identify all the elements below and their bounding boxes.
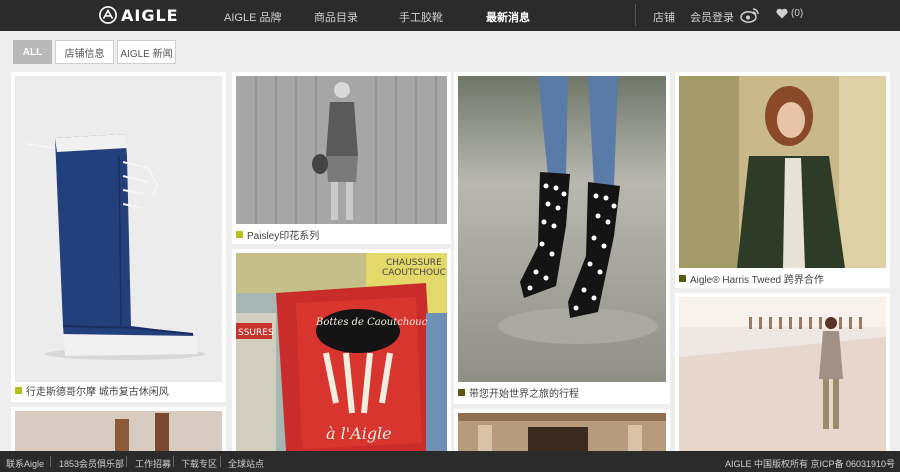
- boot-image: [15, 76, 222, 382]
- poster-text: SSURES: [238, 328, 274, 338]
- woman-wall-image: [236, 76, 447, 224]
- tile-caption: 行走斯德哥尔摩 城市复古休闲风: [15, 382, 222, 398]
- caption-marker: [679, 274, 686, 282]
- caption-text: 行走斯德哥尔摩 城市复古休闲风: [26, 386, 169, 398]
- logo[interactable]: AIGLE: [99, 5, 179, 25]
- favorites-count: (0): [791, 8, 804, 19]
- copyright: AIGLE 中国版权所有 京ICP备 0603191​0号: [724, 459, 895, 469]
- login-link[interactable]: 会员登录: [690, 9, 734, 25]
- footer-divider: [173, 456, 174, 467]
- filter-store-info[interactable]: 店铺信息: [55, 40, 114, 64]
- caption-marker: [458, 388, 465, 396]
- filter-all[interactable]: ALL: [13, 40, 52, 64]
- footer-jobs-link[interactable]: 工作招募: [135, 457, 171, 470]
- tile-caption: Aigle® Harris Tweed 跨界合作: [679, 270, 886, 286]
- news-tile[interactable]: 带您开始世界之旅的行程: [454, 72, 670, 404]
- caption-marker: [236, 230, 243, 238]
- nav-handmade-boots[interactable]: 手工胶靴: [399, 9, 443, 25]
- news-tile[interactable]: [454, 409, 670, 451]
- tile-caption: 带您开始世界之旅的行程: [458, 384, 666, 400]
- stores-link[interactable]: 店铺: [653, 9, 675, 25]
- news-tile[interactable]: [11, 407, 226, 451]
- footer-divider: [220, 456, 221, 467]
- footer-downloads-link[interactable]: 下载专区: [181, 457, 217, 470]
- beach-walk-image: [679, 297, 886, 451]
- weibo-icon[interactable]: [740, 6, 760, 24]
- footer-club-link[interactable]: 1853会员俱乐部: [59, 457, 124, 470]
- nav-catalog[interactable]: 商品目录: [314, 9, 358, 25]
- caption-text: Paisley印花系列: [247, 230, 320, 242]
- caption-text: 带您开始世界之旅的行程: [469, 388, 579, 400]
- news-tile[interactable]: Aigle® Harris Tweed 跨界合作: [675, 72, 890, 288]
- poster-text: Bottes de Caoutchouc: [315, 317, 428, 328]
- interior-image: [458, 413, 666, 451]
- poster-text: CAOUTCHOUC: [382, 268, 446, 278]
- footer-divider: [126, 456, 127, 467]
- footer-contact-link[interactable]: 联系Aigle: [6, 457, 44, 470]
- news-tile[interactable]: Paisley印花系列: [232, 72, 451, 244]
- vintage-posters-image: CHAUSSURE CAOUTCHOUC SSURES Bottes de Ca…: [236, 253, 447, 451]
- footer: 联系Aigle 1853会员俱乐部 工作招募 下载专区 全球站点 AIGLE 中…: [0, 451, 900, 472]
- nav-divider: [635, 4, 636, 26]
- poster-text: à l'Aigle: [326, 424, 392, 443]
- caption-text: Aigle® Harris Tweed 跨界合作: [690, 274, 824, 286]
- tile-caption: Paisley印花系列: [236, 226, 447, 242]
- green-jacket-image: [679, 76, 886, 268]
- heart-icon: [776, 8, 788, 19]
- filter-aigle-news[interactable]: AIGLE 新闻: [117, 40, 176, 64]
- caption-marker: [15, 386, 22, 394]
- footer-divider: [50, 456, 51, 467]
- nav-brand[interactable]: AIGLE 品牌: [224, 9, 281, 25]
- news-tile[interactable]: [675, 293, 890, 451]
- news-tile[interactable]: CHAUSSURE CAOUTCHOUC SSURES Bottes de Ca…: [232, 249, 451, 451]
- news-tile[interactable]: 行走斯德哥尔摩 城市复古休闲风: [11, 72, 226, 402]
- legs-boots-image: [15, 411, 222, 451]
- jumping-boots-image: [458, 76, 666, 382]
- top-navigation-bar: AIGLE AIGLE 品牌 商品目录 手工胶靴 最新消息 店铺 会员登录 (0…: [0, 0, 900, 31]
- poster-text: CHAUSSURE: [386, 258, 442, 268]
- favorites[interactable]: (0): [776, 8, 803, 19]
- footer-global-link[interactable]: 全球站点: [228, 457, 264, 470]
- nav-latest-news[interactable]: 最新消息: [486, 9, 530, 25]
- logo-text: AIGLE: [121, 5, 179, 25]
- aigle-logo-icon: [99, 6, 117, 24]
